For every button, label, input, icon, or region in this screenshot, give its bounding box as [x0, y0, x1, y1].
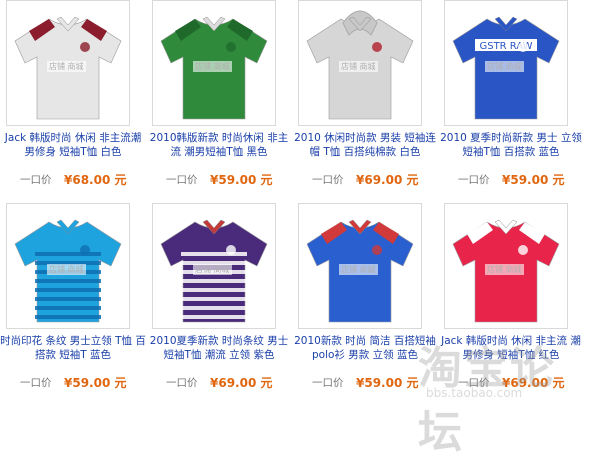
price-label: 一口价 [20, 377, 52, 389]
product-image[interactable]: 店铺 商城 [444, 203, 568, 329]
product-title-link[interactable]: 2010 夏季时尚新款 男士 立领 短袖T恤 百搭款 蓝色 [438, 131, 584, 159]
price-value: ¥59.00 元 [210, 173, 273, 187]
thumb-watermark: 店铺 商城 [193, 264, 232, 275]
product-image[interactable]: 店铺 商城 [152, 0, 276, 126]
price-row: 一口价 ¥59.00 元 [0, 375, 146, 391]
price-value: ¥69.00 元 [210, 376, 273, 390]
watermark-sub-text: bbs.taobao.com [426, 386, 523, 400]
product-image[interactable]: 店铺 商城 [152, 203, 276, 329]
product-title-link[interactable]: 2010夏季新款 时尚条纹 男士 短袖T恤 潮流 立领 紫色 [146, 334, 292, 362]
price-label: 一口价 [312, 174, 344, 186]
price-label: 一口价 [166, 174, 198, 186]
price-value: ¥68.00 元 [64, 173, 127, 187]
thumb-watermark: 店铺 商城 [339, 264, 378, 275]
price-value: ¥59.00 元 [64, 376, 127, 390]
thumb-watermark: 店铺 商城 [339, 61, 378, 72]
product-card[interactable]: 店铺 商城时尚印花 条纹 男士立领 T恤 百搭款 短袖T 蓝色一口价 ¥59.00… [0, 203, 146, 403]
price-label: 一口价 [166, 377, 198, 389]
price-value: ¥69.00 元 [356, 173, 419, 187]
product-title-link[interactable]: Jack 韩版时尚 休闲 非主流潮男修身 短袖T恤 白色 [0, 131, 146, 159]
price-label: 一口价 [312, 377, 344, 389]
price-value: ¥59.00 元 [502, 173, 565, 187]
price-row: 一口价 ¥68.00 元 [0, 172, 146, 188]
product-card[interactable]: GSTR RAW 店铺 商城 2010 夏季时尚新款 男士 立领 短袖T恤 百搭款… [438, 0, 584, 200]
price-label: 一口价 [20, 174, 52, 186]
thumb-watermark: 店铺 商城 [193, 61, 232, 72]
product-card[interactable]: 店铺 商城 2010夏季新款 时尚条纹 男士 短袖T恤 潮流 立领 紫色一口价 ¥6… [146, 203, 292, 403]
product-image[interactable]: GSTR RAW 店铺 商城 [444, 0, 568, 126]
watermark-logo: 淘宝论坛 bbs.taobao.com [408, 320, 588, 458]
product-image[interactable]: 店铺 商城 [298, 203, 422, 329]
product-card[interactable]: 店铺 商城 2010 休闲时尚款 男装 短袖连帽 T恤 百搭纯棉款 白色一口价 ¥6… [292, 0, 438, 200]
thumb-watermark: 店铺 商城 [47, 61, 86, 72]
thumb-watermark: 店铺 商城 [47, 264, 86, 275]
product-title-link[interactable]: 2010 休闲时尚款 男装 短袖连帽 T恤 百搭纯棉款 白色 [292, 131, 438, 159]
price-row: 一口价 ¥59.00 元 [146, 172, 292, 188]
price-row: 一口价 ¥69.00 元 [146, 375, 292, 391]
product-image[interactable]: 店铺 商城 [6, 0, 130, 126]
product-image[interactable]: 店铺 商城 [298, 0, 422, 126]
product-card[interactable]: 店铺 商城 Jack 韩版时尚 休闲 非主流潮男修身 短袖T恤 白色一口价 ¥68.… [0, 0, 146, 200]
thumb-watermark: 店铺 商城 [485, 264, 524, 275]
price-row: 一口价 ¥69.00 元 [292, 172, 438, 188]
product-image[interactable]: 店铺 商城 [6, 203, 130, 329]
product-title-link[interactable]: 2010韩版新款 时尚休闲 非主流 潮男短袖T恤 黑色 [146, 131, 292, 159]
product-card[interactable]: 店铺 商城 2010韩版新款 时尚休闲 非主流 潮男短袖T恤 黑色一口价 ¥59.0… [146, 0, 292, 200]
thumb-watermark: 店铺 商城 [485, 61, 524, 72]
price-label: 一口价 [458, 174, 490, 186]
product-title-link[interactable]: 时尚印花 条纹 男士立领 T恤 百搭款 短袖T 蓝色 [0, 334, 146, 362]
price-row: 一口价 ¥59.00 元 [438, 172, 584, 188]
